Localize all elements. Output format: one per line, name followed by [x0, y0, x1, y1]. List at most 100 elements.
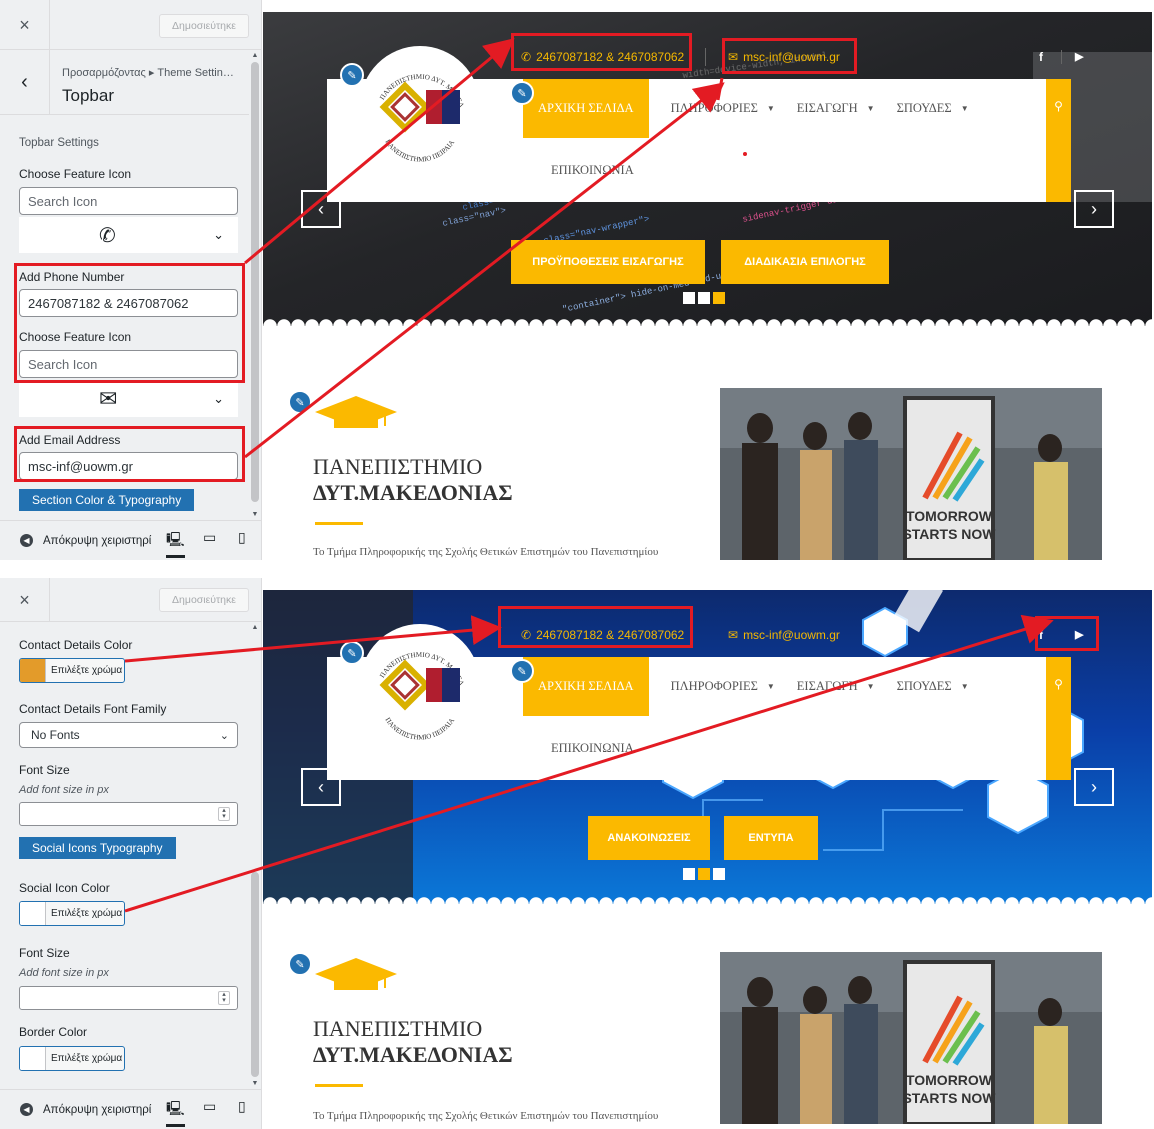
site-preview: class="banner"> class="nav"> div class="…: [263, 12, 1154, 560]
edit-shortcut-about-icon[interactable]: ✎: [288, 952, 312, 976]
menu-item-admission[interactable]: ΕΙΣΑΓΩΓΗ ▼: [797, 79, 875, 138]
close-customizer-button[interactable]: ×: [0, 0, 50, 50]
search-icon-input-2[interactable]: Search Icon: [19, 350, 238, 378]
slider-next-button[interactable]: ›: [1074, 190, 1114, 228]
topbar-email[interactable]: ✉ msc-inf@uowm.gr: [728, 628, 840, 642]
icon-picker-email[interactable]: ✉ ⌄: [19, 381, 238, 417]
menu-item-studies[interactable]: ΣΠΟΥΔΕΣ ▼: [897, 79, 969, 138]
slider-dot[interactable]: [698, 292, 710, 304]
slider-next-button[interactable]: ›: [1074, 768, 1114, 806]
panel-scrollbar-2[interactable]: ▲ ▼: [249, 622, 261, 1089]
slider-dot-active[interactable]: [713, 292, 725, 304]
menu-item-info[interactable]: ΠΛΗΡΟΦΟΡΙΕΣ ▼: [671, 79, 775, 138]
desktop-preview-icon[interactable]: 🖳: [166, 529, 185, 558]
hide-controls-label[interactable]: Απόκρυψη χειριστηρί: [43, 1104, 151, 1116]
choose-color-label: Επιλέξτε χρώμα: [51, 665, 123, 676]
panel-controls-2: Contact Details Color Επιλέξτε χρώμα Con…: [0, 622, 261, 1089]
department-description: Το Τμήμα Πληροφορικής της Σχολής Θετικών…: [313, 546, 659, 558]
slider-dot[interactable]: [683, 292, 695, 304]
university-logo[interactable]: ΠΑΝΕΠΙΣΤΗΜΙΟ ΔΥΤ. ΜΑΚΕΔΟΝΙΑΣ ΠΑΝΕΠΙΣΤΗΜΙ…: [357, 40, 480, 166]
slide-button-1[interactable]: ΠΡΟΫΠΟΘΕΣΕΙΣ ΕΙΣΑΓΩΓΗΣ: [511, 240, 705, 284]
topbar-phone-text: 2467087182 & 2467087062: [536, 50, 685, 64]
students-photo: TOMORROW STARTS NOW: [720, 388, 1102, 560]
poster-text-1: TOMORROW: [906, 1072, 993, 1088]
search-toggle[interactable]: ⚲: [1046, 657, 1071, 780]
search-icon-input[interactable]: Search Icon: [19, 187, 238, 215]
menu-item-contact[interactable]: ΕΠΙΚΟΙΝΩΝΙΑ: [551, 163, 634, 178]
border-color-picker[interactable]: Επιλέξτε χρώμα: [19, 1046, 125, 1071]
mobile-preview-icon[interactable]: ▯: [238, 529, 246, 546]
topbar-email-text: msc-inf@uowm.gr: [743, 628, 840, 642]
email-input[interactable]: msc-inf@uowm.gr: [19, 452, 238, 480]
phone-input[interactable]: 2467087182 & 2467087062: [19, 289, 238, 317]
panel-header: × Δημοσιεύτηκε: [0, 0, 261, 50]
search-toggle[interactable]: ⚲: [1046, 79, 1071, 202]
menu-item-home[interactable]: ΑΡΧΙΚΗ ΣΕΛΙΔΑ: [523, 79, 649, 138]
edit-shortcut-logo-icon[interactable]: ✎: [340, 63, 364, 87]
title-underline: [315, 1084, 363, 1087]
hide-controls-icon[interactable]: ◀: [20, 1103, 33, 1116]
choose-color-label: Επιλέξτε χρώμα: [51, 1053, 123, 1064]
font-size-input[interactable]: ▴ ▾: [19, 802, 238, 826]
edit-shortcut-logo-icon[interactable]: ✎: [340, 641, 364, 665]
students-photo: TOMORROW STARTS NOW: [720, 952, 1102, 1124]
menu-item-admission[interactable]: ΕΙΣΑΓΩΓΗ ▼: [797, 657, 875, 716]
slide-button-2[interactable]: ΔΙΑΔΙΚΑΣΙΑ ΕΠΙΛΟΓΗΣ: [721, 240, 889, 284]
youtube-icon[interactable]: ▶: [1075, 628, 1083, 641]
youtube-icon[interactable]: ▶: [1075, 50, 1083, 63]
stepper-icon[interactable]: ▴ ▾: [218, 807, 230, 821]
poster-text-2: STARTS NOW: [902, 526, 996, 542]
menu-item-info[interactable]: ΠΛΗΡΟΦΟΡΙΕΣ ▼: [671, 657, 775, 716]
section-title: Topbar Settings: [19, 137, 99, 149]
graduation-cap-icon: [315, 396, 397, 428]
contact-color-picker[interactable]: Επιλέξτε χρώμα: [19, 658, 125, 683]
back-button[interactable]: ‹: [0, 50, 50, 114]
font-family-select[interactable]: No Fonts ⌄: [19, 722, 238, 748]
hide-controls-icon[interactable]: ◀: [20, 534, 33, 547]
tablet-preview-icon[interactable]: ▭: [203, 1098, 216, 1115]
font-size-input-2[interactable]: ▴ ▾: [19, 986, 238, 1010]
hide-controls-label[interactable]: Απόκρυψη χειριστηρί: [43, 535, 151, 547]
section-color-typography-button[interactable]: Section Color & Typography: [19, 489, 195, 511]
envelope-icon: ✉: [99, 386, 118, 411]
email-label: Add Email Address: [19, 433, 121, 447]
edit-shortcut-about-icon[interactable]: ✎: [288, 390, 312, 414]
about-section: ✎ ΠΑΝΕΠΙΣΤΗΜΙΟ ΔΥΤ.ΜΑΚΕΔΟΝΙΑΣ Το Τμήμα Π…: [263, 326, 1152, 560]
topbar-phone[interactable]: ✆ 2467087182 & 2467087062: [521, 50, 684, 64]
slide-button-2[interactable]: ΕΝΤΥΠΑ: [724, 816, 818, 860]
search-icon: ⚲: [1054, 677, 1063, 691]
menu-item-home[interactable]: ΑΡΧΙΚΗ ΣΕΛΙΔΑ: [523, 657, 649, 716]
edit-shortcut-menu-icon[interactable]: ✎: [510, 81, 534, 105]
publish-button[interactable]: Δημοσιεύτηκε: [159, 588, 249, 612]
stepper-icon[interactable]: ▴ ▾: [218, 991, 230, 1005]
slide-button-1[interactable]: ΑΝΑΚΟΙΝΩΣΕΙΣ: [588, 816, 710, 860]
facebook-icon[interactable]: f: [1039, 50, 1043, 64]
menu-item-contact[interactable]: ΕΠΙΚΟΙΝΩΝΙΑ: [551, 741, 634, 756]
topbar-email[interactable]: ✉ msc-inf@uowm.gr: [728, 50, 840, 64]
slider-dot-active[interactable]: [698, 868, 710, 880]
social-icon-color-picker[interactable]: Επιλέξτε χρώμα: [19, 901, 125, 926]
slider-dot[interactable]: [713, 868, 725, 880]
desktop-preview-icon[interactable]: 🖳: [166, 1098, 185, 1127]
slider-dot[interactable]: [683, 868, 695, 880]
mobile-preview-icon[interactable]: ▯: [238, 1098, 246, 1115]
edit-shortcut-menu-icon[interactable]: ✎: [510, 659, 534, 683]
chevron-down-icon[interactable]: ⌄: [213, 227, 224, 243]
chevron-down-icon[interactable]: ⌄: [213, 391, 224, 407]
facebook-icon[interactable]: f: [1039, 628, 1043, 642]
customizer-panel: × Δημοσιεύτηκε ‹ Προσαρμόζοντας ▸ Theme …: [0, 0, 262, 560]
university-logo[interactable]: ΠΑΝΕΠΙΣΤΗΜΙΟ ΔΥΤ. ΜΑΚΕΔΟΝΙΑΣ ΠΑΝΕΠΙΣΤΗΜΙ…: [357, 618, 480, 744]
panel-scrollbar[interactable]: ▲ ▼: [249, 50, 261, 520]
social-icons-typography-button[interactable]: Social Icons Typography: [19, 837, 176, 859]
menu-item-studies[interactable]: ΣΠΟΥΔΕΣ ▼: [897, 657, 969, 716]
font-family-label: Contact Details Font Family: [19, 702, 167, 716]
scallop-divider: [263, 890, 1152, 904]
publish-button[interactable]: Δημοσιεύτηκε: [159, 14, 249, 38]
chevron-down-icon: ▼: [960, 104, 969, 113]
topbar-phone[interactable]: ✆ 2467087182 & 2467087062: [521, 628, 684, 642]
icon-picker-phone[interactable]: ✆ ⌄: [19, 217, 238, 253]
close-customizer-button[interactable]: ×: [0, 578, 50, 622]
main-menu: ΑΡΧΙΚΗ ΣΕΛΙΔΑ ΠΛΗΡΟΦΟΡΙΕΣ ▼ ΕΙΣΑΓΩΓΗ ▼ ΣΠΟ…: [523, 657, 991, 716]
main-menu: ΑΡΧΙΚΗ ΣΕΛΙΔΑ ΠΛΗΡΟΦΟΡΙΕΣ ▼ ΕΙΣΑΓΩΓΗ ▼ ΣΠΟ…: [523, 79, 991, 138]
tablet-preview-icon[interactable]: ▭: [203, 529, 216, 546]
